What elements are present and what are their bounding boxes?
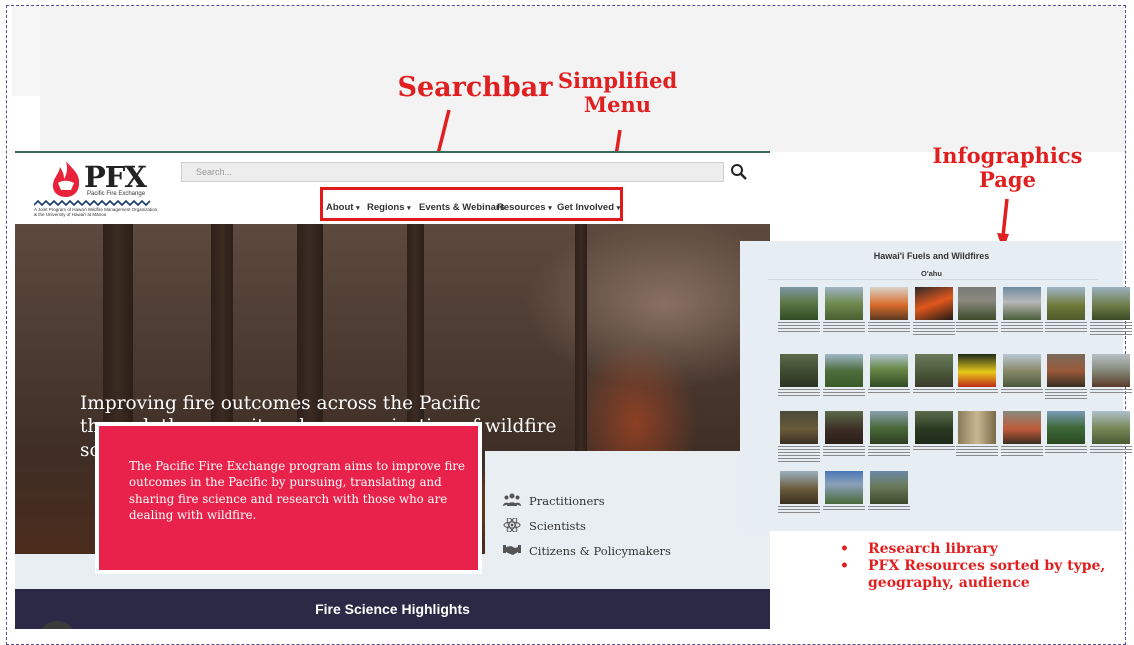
infographic-thumbnail[interactable] (1003, 354, 1041, 387)
search-icon[interactable] (729, 162, 749, 182)
thumbnail-caption (956, 446, 998, 458)
logo-tagline: A Joint Program of Hawai'i Wildfire Mana… (34, 207, 158, 218)
thumbnail-caption (1045, 322, 1087, 334)
infographic-thumbnail[interactable] (915, 411, 953, 444)
thumbnail-caption (1001, 446, 1043, 458)
thumbnail-caption (778, 389, 820, 397)
infographic-thumbnail[interactable] (915, 354, 953, 387)
menu-item-get-involved[interactable]: Get Involved ▾ (557, 202, 620, 213)
thumbnail-caption (913, 446, 955, 452)
infographic-thumbnail[interactable] (1092, 354, 1130, 387)
infographics-divider (768, 279, 1098, 280)
menu-item-label: About (326, 202, 354, 213)
logo-text: PFX (84, 160, 147, 194)
infographic-thumbnail[interactable] (1047, 287, 1085, 320)
chevron-down-icon: ▾ (356, 205, 360, 212)
infographic-thumbnail[interactable] (1003, 411, 1041, 444)
infographic-thumbnail[interactable] (780, 411, 818, 444)
audience-label: Practitioners (529, 494, 605, 508)
highlights-title: Fire Science Highlights (315, 601, 470, 617)
infographic-thumbnail[interactable] (958, 287, 996, 320)
handshake-icon (503, 545, 521, 555)
people-icon (503, 493, 521, 506)
menu-item-label: Get Involved (557, 202, 615, 213)
infographic-thumbnail[interactable] (870, 287, 908, 320)
thumbnail-caption (823, 506, 865, 512)
infographics-region: O'ahu (921, 269, 942, 278)
thumbnail-caption (1090, 322, 1132, 336)
menu-item-label: Events & Webinars (419, 202, 505, 213)
audience-label: Citizens & Policymakers (529, 544, 671, 558)
atom-icon (503, 518, 521, 532)
infographic-thumbnail[interactable] (958, 354, 996, 387)
thumbnail-caption (778, 446, 820, 462)
thumbnail-caption (823, 389, 865, 397)
infographic-thumbnail[interactable] (825, 287, 863, 320)
feature-list: Research library PFX Resources sorted by… (840, 541, 1130, 592)
thumbnail-caption (1045, 389, 1087, 399)
highlights-section: Fire Science Highlights (15, 589, 770, 629)
infographic-thumbnail[interactable] (825, 411, 863, 444)
menu-item-label: Resources (497, 202, 546, 213)
menu-item-resources[interactable]: Resources ▾ (497, 202, 552, 213)
thumbnail-caption (1001, 322, 1043, 334)
thumbnail-caption (868, 446, 910, 458)
infographic-thumbnail[interactable] (870, 411, 908, 444)
infographic-thumbnail[interactable] (825, 471, 863, 504)
feature-item: Research library (840, 541, 1130, 558)
logo-subtitle: Pacific Fire Exchange (87, 191, 146, 197)
infographic-thumbnail[interactable] (780, 287, 818, 320)
website-screenshot: PFX Pacific Fire Exchange A Joint Progra… (15, 151, 770, 629)
thumbnail-caption (956, 389, 998, 395)
header-accent-line (15, 151, 770, 153)
infographic-thumbnail[interactable] (958, 411, 996, 444)
chevron-down-icon: ▾ (548, 205, 552, 212)
thumbnail-caption (868, 506, 910, 512)
infographics-page: Hawai'i Fuels and Wildfires O'ahu (740, 241, 1132, 531)
waves-icon (34, 200, 151, 206)
thumbnail-caption (1090, 389, 1132, 395)
infographic-thumbnail[interactable] (1047, 354, 1085, 387)
infographic-thumbnail[interactable] (780, 354, 818, 387)
flame-icon (52, 161, 80, 197)
pfx-logo[interactable]: PFX Pacific Fire Exchange A Joint Progra… (32, 157, 157, 217)
infographic-thumbnail[interactable] (1092, 411, 1130, 444)
mission-box: The Pacific Fire Exchange program aims t… (95, 422, 482, 574)
thumbnail-caption (778, 322, 820, 332)
thumbnail-caption (778, 506, 820, 514)
thumbnail-caption (868, 389, 910, 395)
thumbnail-caption (1001, 389, 1043, 395)
thumbnail-caption (913, 322, 955, 336)
infographic-thumbnail[interactable] (825, 354, 863, 387)
thumbnail-caption (1045, 446, 1087, 454)
feature-item: PFX Resources sorted by type, geography,… (840, 558, 1130, 592)
menu-item-label: Regions (367, 202, 405, 213)
chevron-down-icon: ▾ (407, 205, 411, 212)
infographic-thumbnail[interactable] (870, 471, 908, 504)
thumbnail-caption (913, 389, 955, 395)
infographic-thumbnail[interactable] (1092, 287, 1130, 320)
chevron-down-icon: ▾ (616, 205, 621, 212)
audience-background (485, 451, 770, 589)
audience-label: Scientists (529, 519, 586, 533)
infographic-thumbnail[interactable] (780, 471, 818, 504)
infographic-thumbnail[interactable] (915, 287, 953, 320)
thumbnail-caption (823, 446, 865, 456)
menu-item-events-webinars[interactable]: Events & Webinars (419, 202, 505, 213)
search-input[interactable]: Search... (181, 162, 724, 182)
menu-item-regions[interactable]: Regions ▾ (367, 202, 411, 213)
infographic-thumbnail[interactable] (870, 354, 908, 387)
thumbnail-caption (823, 322, 865, 332)
mission-text: The Pacific Fire Exchange program aims t… (129, 459, 465, 522)
infographic-thumbnail[interactable] (1047, 411, 1085, 444)
menu-item-about[interactable]: About ▾ (326, 202, 360, 213)
thumbnail-caption (956, 322, 998, 334)
infographic-thumbnail[interactable] (1003, 287, 1041, 320)
thumbnail-caption (1090, 446, 1132, 454)
thumbnail-caption (868, 322, 910, 332)
infographics-title: Hawai'i Fuels and Wildfires (873, 251, 990, 261)
